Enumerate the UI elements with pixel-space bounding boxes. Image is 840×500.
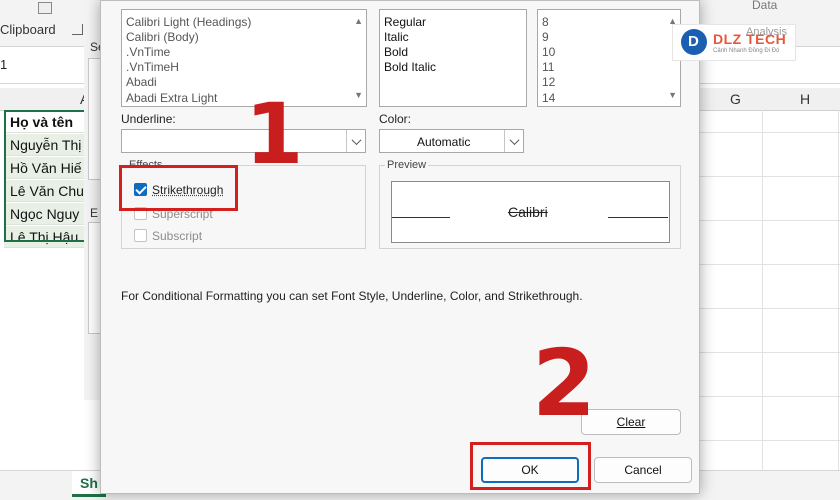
font-size-option[interactable]: 8 (542, 15, 549, 29)
font-size-option[interactable]: 11 (542, 60, 554, 74)
grid-line (700, 176, 840, 177)
font-listbox[interactable]: Calibri Light (Headings) Calibri (Body) … (121, 9, 367, 107)
font-style-option[interactable]: Regular (384, 15, 426, 29)
annotation-highlight-ok (470, 442, 591, 490)
subscript-checkbox[interactable] (134, 229, 147, 242)
grid-line (838, 110, 839, 470)
font-style-option[interactable]: Bold (384, 45, 408, 59)
color-dropdown[interactable]: Automatic (379, 129, 524, 153)
conditional-formatting-info: For Conditional Formatting you can set F… (121, 289, 583, 303)
clipboard-icon[interactable] (38, 2, 52, 14)
grid-line (700, 308, 840, 309)
grid-line (700, 440, 840, 441)
font-size-listbox[interactable]: 8 9 10 11 12 14 ▲ ▼ (537, 9, 681, 107)
font-option[interactable]: .VnTime (126, 45, 170, 59)
cancel-button[interactable]: Cancel (594, 457, 692, 483)
selection-border (4, 110, 86, 242)
font-option[interactable]: .VnTimeH (126, 60, 179, 74)
analysis-label: Analysis (746, 26, 787, 38)
scroll-down-icon[interactable]: ▼ (354, 90, 363, 100)
subscript-label[interactable]: Subscript (152, 229, 202, 243)
name-box[interactable]: 1 (0, 57, 7, 72)
underline-label: Underline: (121, 112, 176, 126)
dlz-logo-icon: D (681, 29, 707, 55)
preview-baseline (392, 217, 450, 218)
grid-line (700, 264, 840, 265)
preview-box: Calibri (391, 181, 670, 243)
grid-line (762, 110, 763, 470)
grid-line (700, 220, 840, 221)
font-option[interactable]: Calibri Light (Headings) (126, 15, 251, 29)
font-size-option[interactable]: 10 (542, 45, 555, 59)
color-value: Automatic (417, 135, 471, 149)
annotation-highlight-strikethrough (119, 165, 238, 211)
font-style-listbox[interactable]: Regular Italic Bold Bold Italic (379, 9, 527, 107)
column-header-h[interactable]: H (800, 91, 810, 107)
scroll-up-icon[interactable]: ▲ (354, 16, 363, 26)
column-header-g[interactable]: G (730, 91, 741, 107)
grid-line (700, 132, 840, 133)
data-analysis-tab[interactable]: Data (752, 0, 777, 12)
underline-dropdown[interactable] (121, 129, 366, 153)
chevron-down-icon[interactable] (504, 130, 523, 152)
font-style-option[interactable]: Bold Italic (384, 60, 436, 74)
clipboard-group-label: Clipboard (0, 22, 56, 37)
font-option[interactable]: Abadi (126, 75, 157, 89)
preview-text: Calibri (508, 204, 548, 220)
dialog-launcher-icon[interactable] (72, 24, 83, 35)
format-cells-dialog: Calibri Light (Headings) Calibri (Body) … (100, 0, 700, 494)
font-option[interactable]: Calibri (Body) (126, 30, 199, 44)
preview-label: Preview (385, 159, 429, 171)
font-size-option[interactable]: 12 (542, 75, 555, 89)
logo-tagline: Cảnh Nhanh Đồng Đi Đó (713, 48, 780, 54)
color-label: Color: (379, 112, 412, 126)
back-dialog-label: E (90, 206, 99, 220)
grid-line (700, 396, 840, 397)
font-size-option[interactable]: 9 (542, 30, 549, 44)
annotation-step-1: 1 (245, 85, 304, 183)
chevron-down-icon[interactable] (346, 130, 365, 152)
scroll-down-icon[interactable]: ▼ (668, 90, 677, 100)
font-option[interactable]: Abadi Extra Light (126, 91, 217, 105)
annotation-step-2: 2 (532, 330, 597, 437)
font-style-option[interactable]: Italic (384, 30, 409, 44)
grid-line (700, 352, 840, 353)
preview-baseline (608, 217, 668, 218)
font-size-option[interactable]: 14 (542, 91, 555, 105)
